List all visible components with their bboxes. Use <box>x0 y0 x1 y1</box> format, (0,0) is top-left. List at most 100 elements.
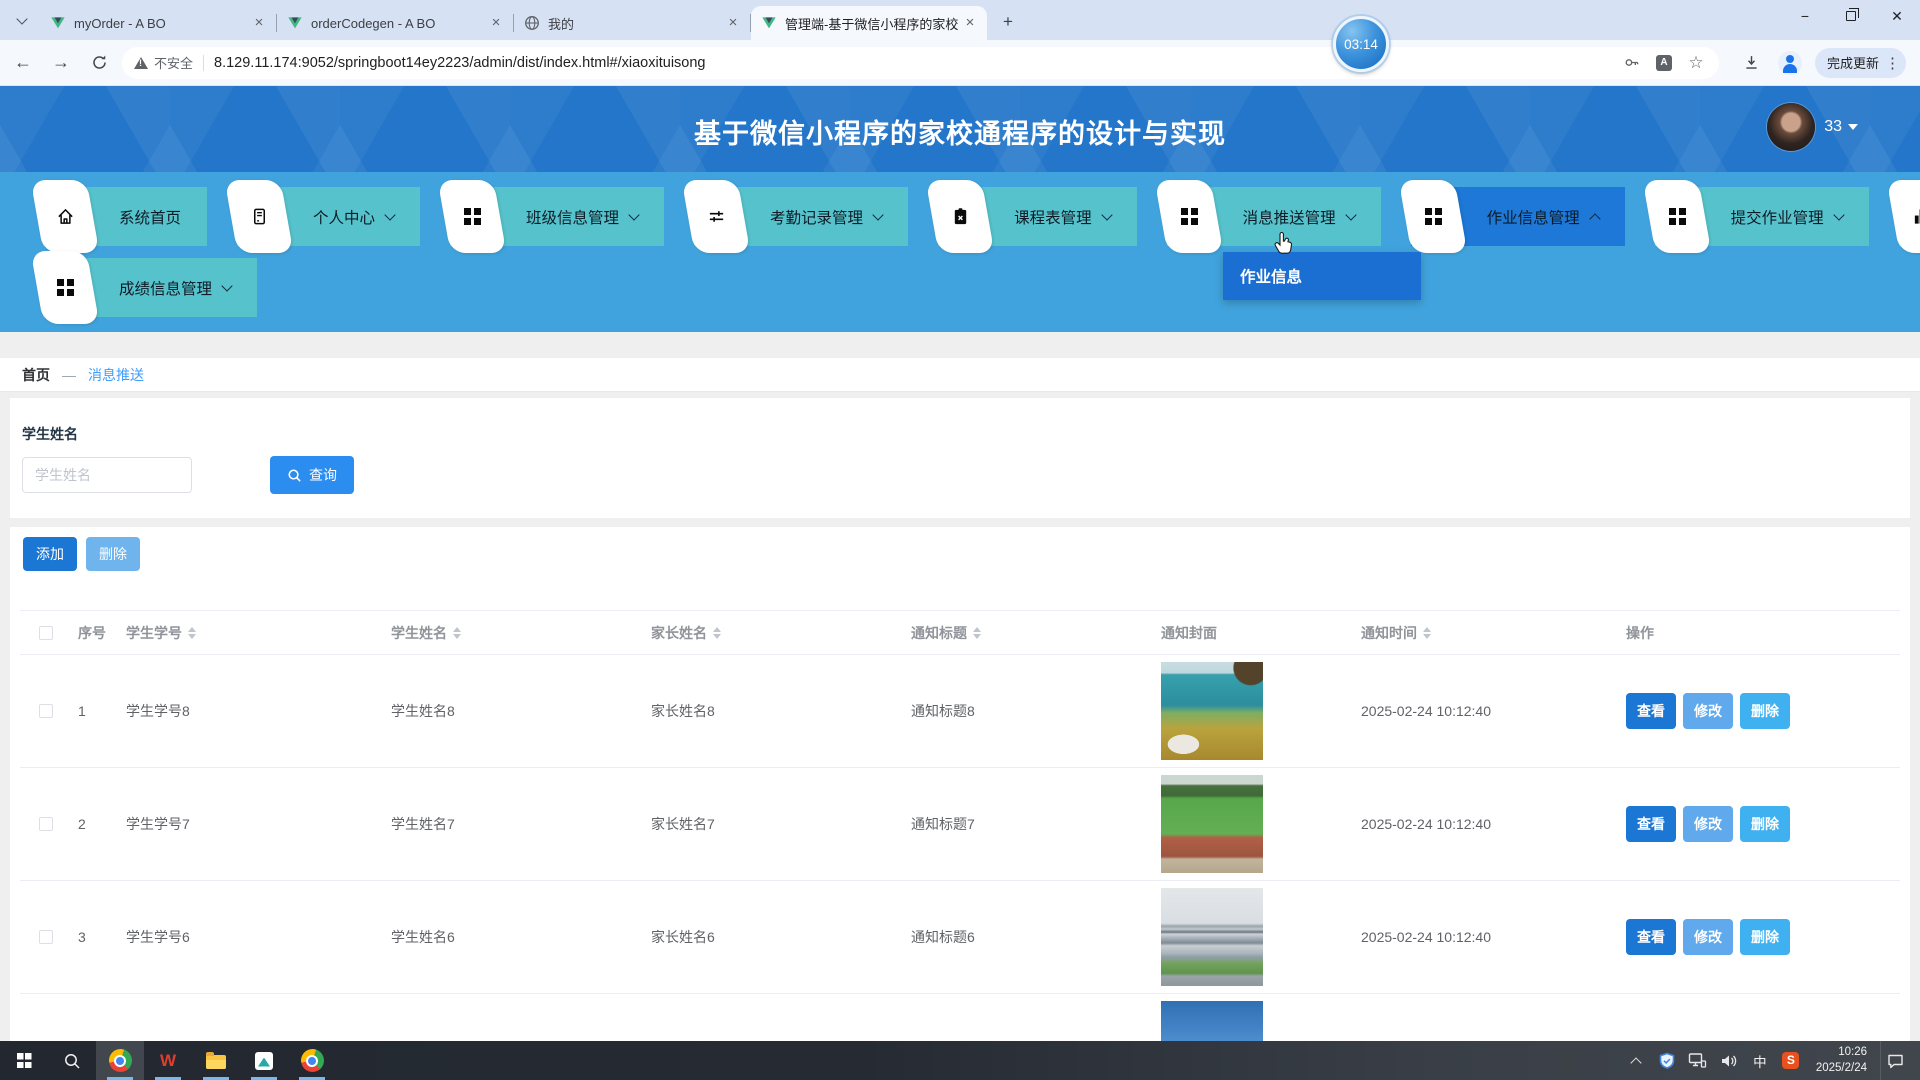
chevron-down-icon <box>384 209 395 220</box>
nav-item-homework-info[interactable]: 作业信息管理 <box>1411 187 1625 246</box>
profile-button[interactable] <box>1775 48 1805 78</box>
action-center-button[interactable] <box>1880 1041 1910 1080</box>
kebab-menu-icon[interactable]: ⋮ <box>1885 54 1900 72</box>
taskbar-clock[interactable]: 10:26 2025/2/24 <box>1810 1045 1873 1076</box>
tray-sogou[interactable]: S <box>1779 1049 1803 1073</box>
avatar[interactable] <box>1767 103 1815 151</box>
close-icon[interactable]: × <box>724 14 742 32</box>
taskbar-wps[interactable]: W <box>144 1041 192 1080</box>
nav-item-homework-review[interactable]: 作业批改管理 <box>1899 187 1920 246</box>
nav-label: 消息推送管理 <box>1243 206 1336 228</box>
col-notice-time[interactable]: 通知时间 <box>1351 623 1616 643</box>
cell-notice-time: 2025-02-24 10:12:40 <box>1351 703 1616 719</box>
tray-network[interactable] <box>1686 1049 1710 1073</box>
user-menu[interactable]: 33 <box>1767 103 1858 151</box>
edit-button[interactable]: 修改 <box>1683 693 1733 729</box>
nav-item-profile[interactable]: 个人中心 <box>237 187 420 246</box>
chrome-update-button[interactable]: 完成更新 ⋮ <box>1815 48 1906 78</box>
row-delete-button[interactable]: 删除 <box>1740 693 1790 729</box>
nav-item-class-info[interactable]: 班级信息管理 <box>450 187 664 246</box>
sort-icon[interactable] <box>453 623 461 643</box>
select-all-checkbox[interactable] <box>39 626 53 640</box>
minimize-button[interactable]: − <box>1782 0 1828 32</box>
nav-item-grades[interactable]: 成绩信息管理 <box>43 258 257 317</box>
breadcrumb-home[interactable]: 首页 <box>22 365 50 385</box>
col-notice-title[interactable]: 通知标题 <box>901 623 1151 643</box>
browser-tab-2[interactable]: orderCodegen - A BO × <box>277 6 513 40</box>
tab-search-button[interactable] <box>8 7 36 35</box>
taskbar-search-button[interactable] <box>48 1041 96 1080</box>
view-button[interactable]: 查看 <box>1626 693 1676 729</box>
sliders-icon <box>707 207 726 226</box>
new-tab-button[interactable]: + <box>995 9 1021 35</box>
chevron-down-icon <box>1101 209 1112 220</box>
view-button[interactable]: 查看 <box>1626 806 1676 842</box>
back-button[interactable]: ← <box>8 48 38 78</box>
nav-item-attendance[interactable]: 考勤记录管理 <box>694 187 908 246</box>
browser-tab-active[interactable]: 管理端-基于微信小程序的家校 × <box>751 6 987 40</box>
nav-item-timetable[interactable]: 课程表管理 <box>938 187 1137 246</box>
security-chip[interactable]: 不安全 <box>134 53 193 72</box>
row-checkbox[interactable] <box>39 704 53 718</box>
reload-button[interactable] <box>84 48 114 78</box>
nav-item-homework-submit[interactable]: 提交作业管理 <box>1655 187 1869 246</box>
tray-security-shield[interactable] <box>1655 1049 1679 1073</box>
taskbar-chrome[interactable] <box>96 1041 144 1080</box>
password-key-button[interactable] <box>1619 50 1645 76</box>
col-student-no[interactable]: 学生学号 <box>116 623 381 643</box>
translate-button[interactable]: A <box>1651 50 1677 76</box>
divider <box>203 55 204 71</box>
close-icon[interactable]: × <box>961 14 979 32</box>
downloads-button[interactable] <box>1737 48 1767 78</box>
view-button[interactable]: 查看 <box>1626 919 1676 955</box>
edit-button[interactable]: 修改 <box>1683 806 1733 842</box>
start-button[interactable] <box>0 1041 48 1080</box>
taskbar-file-explorer[interactable] <box>192 1041 240 1080</box>
forward-button[interactable]: → <box>46 48 76 78</box>
col-student-name[interactable]: 学生姓名 <box>381 623 641 643</box>
add-button[interactable]: 添加 <box>23 537 77 571</box>
address-bar[interactable]: 不安全 8.129.11.174:9052/springboot14ey2223… <box>122 47 1719 79</box>
sort-icon[interactable] <box>713 623 721 643</box>
browser-tab-3[interactable]: 我的 × <box>514 6 750 40</box>
tray-volume[interactable] <box>1717 1049 1741 1073</box>
breadcrumb-current[interactable]: 消息推送 <box>88 365 144 385</box>
sort-icon[interactable] <box>973 623 981 643</box>
tray-ime[interactable]: 中 <box>1748 1049 1772 1073</box>
student-name-input[interactable] <box>22 457 192 493</box>
nav-icon-chip <box>31 180 100 253</box>
chrome-icon <box>109 1049 132 1072</box>
table-row: 2 学生学号7 学生姓名7 家长姓名7 通知标题7 2025-02-24 10:… <box>20 768 1900 881</box>
taskbar-photos[interactable] <box>240 1041 288 1080</box>
cell-index: 3 <box>68 929 116 945</box>
taskbar-chrome-2[interactable] <box>288 1041 336 1080</box>
browser-tab-1[interactable]: myOrder - A BO × <box>40 6 276 40</box>
table-row: 3 学生学号6 学生姓名6 家长姓名6 通知标题6 2025-02-24 10:… <box>20 881 1900 994</box>
dropdown-label: 作业信息 <box>1240 265 1302 287</box>
row-checkbox[interactable] <box>39 817 53 831</box>
warning-icon <box>134 57 148 69</box>
edit-button[interactable]: 修改 <box>1683 919 1733 955</box>
delete-button[interactable]: 删除 <box>86 537 140 571</box>
sort-icon[interactable] <box>1423 623 1431 643</box>
search-button[interactable]: 查询 <box>270 456 354 494</box>
restore-button[interactable] <box>1828 0 1874 32</box>
col-parent-name[interactable]: 家长姓名 <box>641 623 901 643</box>
chevron-down-icon <box>1833 209 1844 220</box>
bookmark-button[interactable]: ☆ <box>1683 50 1709 76</box>
row-delete-button[interactable]: 删除 <box>1740 806 1790 842</box>
nav-item-home[interactable]: 系统首页 <box>43 187 207 246</box>
nav-dropdown-item-homework-info[interactable]: 作业信息 <box>1223 252 1421 300</box>
chevron-up-icon <box>1589 213 1600 224</box>
close-icon[interactable]: × <box>487 14 505 32</box>
windows-start-icon <box>17 1053 32 1068</box>
reload-icon <box>91 54 108 71</box>
close-icon[interactable]: × <box>250 14 268 32</box>
sort-icon[interactable] <box>188 623 196 643</box>
tray-expand-button[interactable] <box>1624 1049 1648 1073</box>
url-text[interactable]: 8.129.11.174:9052/springboot14ey2223/adm… <box>214 55 1613 71</box>
row-checkbox[interactable] <box>39 930 53 944</box>
close-window-button[interactable]: ✕ <box>1874 0 1920 32</box>
row-delete-button[interactable]: 删除 <box>1740 919 1790 955</box>
mouse-cursor <box>1272 232 1296 258</box>
